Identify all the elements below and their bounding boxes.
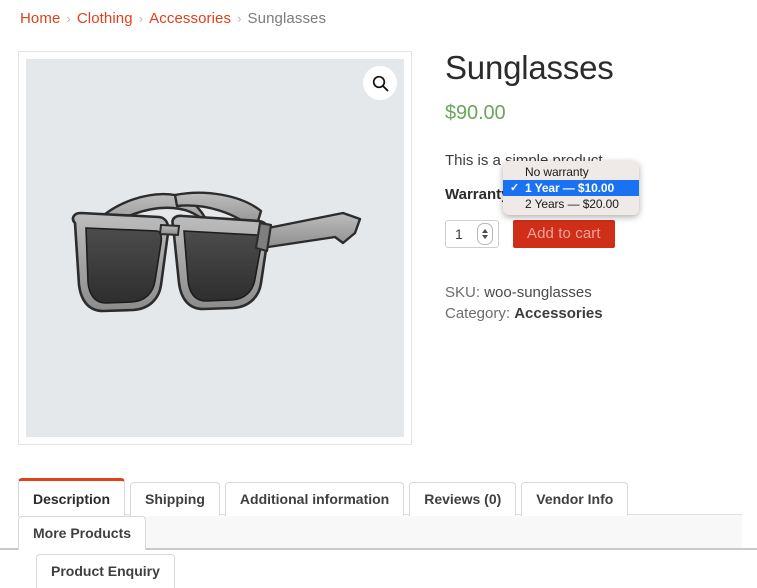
sku-value: woo-sunglasses bbox=[484, 284, 592, 301]
tab-additional-information[interactable]: Additional information bbox=[224, 482, 405, 516]
product-tabs: Description Shipping Additional informat… bbox=[18, 478, 742, 588]
product-gallery bbox=[18, 51, 412, 445]
select-option-1-year[interactable]: ✓ 1 Year — $10.00 bbox=[503, 180, 639, 196]
tab-reviews[interactable]: Reviews (0) bbox=[409, 482, 517, 516]
select-option-label: No warranty bbox=[525, 165, 589, 179]
breadcrumb: Home › Clothing › Accessories › Sunglasses bbox=[20, 8, 326, 30]
breadcrumb-separator-icon: › bbox=[138, 11, 144, 26]
tab-vendor-info[interactable]: Vendor Info bbox=[521, 482, 629, 516]
select-option-no-warranty[interactable]: No warranty bbox=[503, 164, 639, 180]
breadcrumb-item-accessories[interactable]: Accessories bbox=[149, 10, 231, 27]
select-option-label: 1 Year — $10.00 bbox=[525, 181, 615, 195]
stepper-up-icon[interactable] bbox=[482, 229, 488, 233]
breadcrumb-item-clothing[interactable]: Clothing bbox=[77, 10, 133, 27]
breadcrumb-item-current: Sunglasses bbox=[247, 10, 327, 27]
add-to-cart-row: 1 Add to cart bbox=[445, 220, 745, 248]
tab-product-enquiry[interactable]: Product Enquiry bbox=[36, 554, 175, 588]
page-title: Sunglasses bbox=[445, 49, 614, 86]
product-meta: SKU: woo-sunglasses Category: Accessorie… bbox=[445, 282, 745, 324]
quantity-stepper[interactable] bbox=[477, 223, 493, 245]
breadcrumb-separator-icon: › bbox=[237, 11, 242, 26]
product-category: Category: Accessories bbox=[445, 303, 745, 324]
zoom-image-button[interactable] bbox=[363, 66, 397, 100]
select-option-2-years[interactable]: 2 Years — $20.00 bbox=[503, 196, 639, 212]
breadcrumb-item-home[interactable]: Home bbox=[20, 10, 60, 27]
quantity-value: 1 bbox=[455, 226, 463, 242]
warranty-select-popup[interactable]: No warranty ✓ 1 Year — $10.00 2 Years — … bbox=[503, 161, 639, 215]
sku-label: SKU: bbox=[445, 284, 481, 301]
tab-more-products[interactable]: More Products bbox=[18, 516, 147, 550]
check-icon: ✓ bbox=[510, 182, 520, 194]
product-image-sunglasses bbox=[71, 191, 362, 313]
category-label: Category: bbox=[445, 305, 511, 322]
tab-description[interactable]: Description bbox=[18, 478, 126, 516]
add-to-cart-button[interactable]: Add to cart bbox=[513, 220, 615, 248]
tab-shipping[interactable]: Shipping bbox=[130, 482, 220, 516]
product-sku: SKU: woo-sunglasses bbox=[445, 282, 745, 303]
product-price: $90.00 bbox=[445, 102, 506, 124]
tab-list-row-1: Description Shipping Additional informat… bbox=[18, 478, 742, 550]
stepper-down-icon[interactable] bbox=[482, 235, 488, 239]
breadcrumb-separator-icon: › bbox=[66, 11, 71, 26]
quantity-input[interactable]: 1 bbox=[445, 220, 499, 248]
select-option-label: 2 Years — $20.00 bbox=[525, 197, 619, 211]
tab-list-row-2: Product Enquiry bbox=[18, 554, 742, 588]
category-value[interactable]: Accessories bbox=[514, 305, 602, 322]
product-image-container[interactable] bbox=[26, 59, 404, 437]
magnifier-icon bbox=[372, 75, 388, 91]
